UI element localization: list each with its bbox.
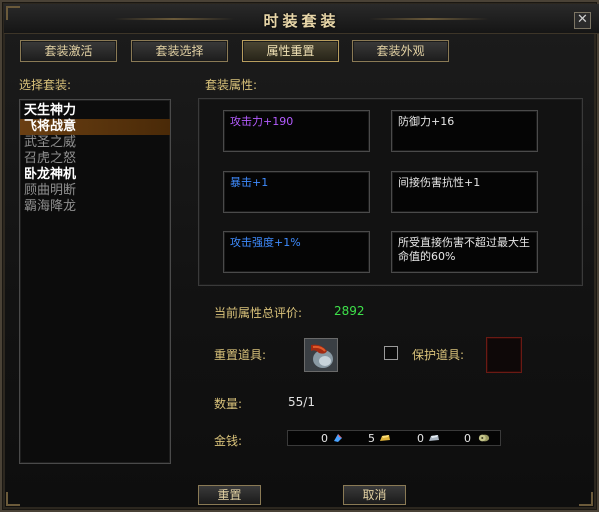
copper-coin-icon <box>478 434 490 442</box>
suit-list[interactable]: 天生神力 飞将战意 武圣之威 召虎之怒 卧龙神机 顾曲明断 霸海降龙 <box>19 99 171 464</box>
money-label: 金钱: <box>214 434 243 448</box>
title-bar[interactable]: 时装套装 ✕ <box>4 4 599 34</box>
suit-attributes-panel: 攻击力+190 防御力+16 暴击+1 间接伤害抗性+1 攻击强度+1% 所受直… <box>198 98 583 286</box>
list-item[interactable]: 卧龙神机 <box>20 167 170 183</box>
evaluation-label: 当前属性总评价: <box>214 306 303 320</box>
gem-icon <box>334 434 342 442</box>
protect-item-slot[interactable] <box>486 337 522 373</box>
cancel-button[interactable]: 取消 <box>343 485 406 505</box>
attribute-crit: 暴击+1 <box>223 171 370 213</box>
frame-corner <box>6 6 20 20</box>
frame-corner <box>6 492 20 506</box>
list-item[interactable]: 顾曲明断 <box>20 183 170 199</box>
list-item[interactable]: 武圣之威 <box>20 135 170 151</box>
money-silver-value: 0 <box>417 432 424 445</box>
money-bar: 0 5 0 0 <box>287 430 501 446</box>
list-item[interactable]: 天生神力 <box>20 103 170 119</box>
reset-button[interactable]: 重置 <box>198 485 261 505</box>
money-gem-value: 0 <box>321 432 328 445</box>
money-copper-value: 0 <box>464 432 471 445</box>
frame-corner <box>579 492 593 506</box>
protect-item-checkbox[interactable] <box>384 346 398 360</box>
costume-suit-window: 时装套装 ✕ 套装激活 套装选择 属性重置 套装外观 选择套装: 天生神力 飞将… <box>0 0 599 512</box>
tab-attribute-reset[interactable]: 属性重置 <box>242 40 339 62</box>
gold-ingot-icon <box>380 435 390 441</box>
silver-ingot-icon <box>429 435 439 441</box>
list-item[interactable]: 飞将战意 <box>20 119 170 135</box>
reset-item-slot[interactable] <box>304 338 338 372</box>
attribute-attack: 攻击力+190 <box>223 110 370 152</box>
suit-attributes-heading: 套装属性: <box>205 78 258 92</box>
attribute-attack-strength: 攻击强度+1% <box>223 231 370 273</box>
attribute-indirect-resist: 间接伤害抗性+1 <box>391 171 538 213</box>
quantity-value: 55/1 <box>288 395 315 409</box>
protect-item-label: 保护道具: <box>412 348 465 362</box>
money-gold-value: 5 <box>368 432 375 445</box>
evaluation-value: 2892 <box>334 304 365 318</box>
attribute-defense: 防御力+16 <box>391 110 538 152</box>
tab-suit-activate[interactable]: 套装激活 <box>20 40 117 62</box>
close-icon[interactable]: ✕ <box>574 12 591 29</box>
attribute-damage-cap: 所受直接伤害不超过最大生命值的60% <box>391 231 538 273</box>
suit-list-heading: 选择套装: <box>19 78 72 92</box>
reset-stone-icon <box>305 339 337 371</box>
reset-item-label: 重置道具: <box>214 348 267 362</box>
list-item[interactable]: 召虎之怒 <box>20 151 170 167</box>
list-item[interactable]: 霸海降龙 <box>20 199 170 215</box>
tab-suit-appearance[interactable]: 套装外观 <box>352 40 449 62</box>
window-title: 时装套装 <box>263 12 340 30</box>
quantity-label: 数量: <box>214 397 243 411</box>
tab-suit-select[interactable]: 套装选择 <box>131 40 228 62</box>
